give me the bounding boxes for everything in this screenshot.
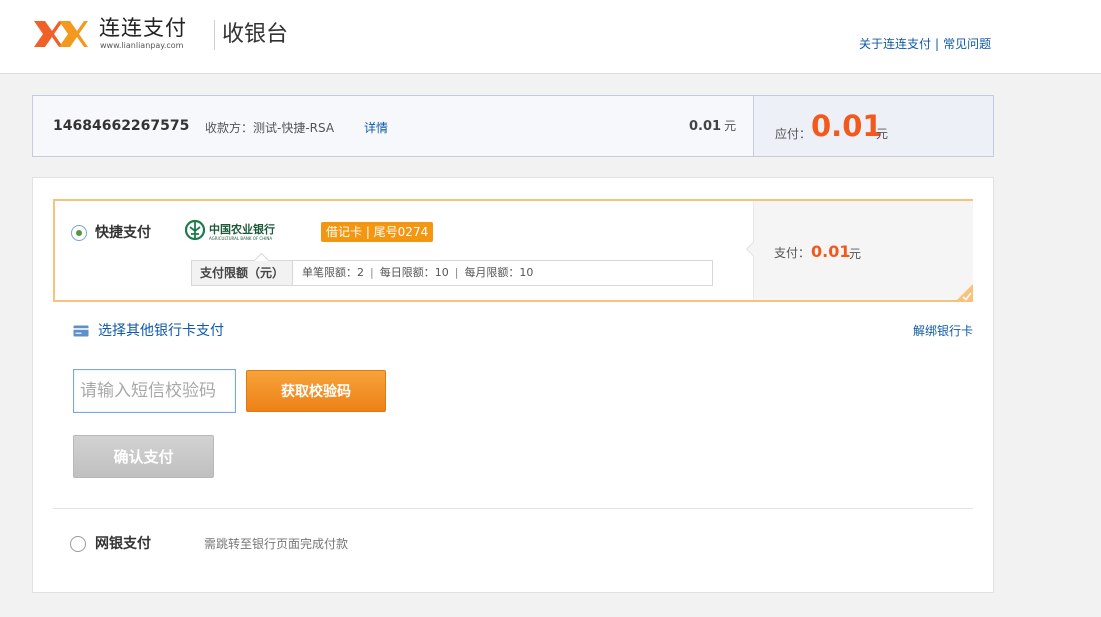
other-bank-card-label: 选择其他银行卡支付 — [98, 323, 224, 339]
link-separator: | — [935, 37, 940, 51]
payment-limits: 支付限额（元） 单笔限额：2 | 每日限额：10 | 每月限额：10 — [191, 260, 713, 286]
payee-info: 收款方：测试-快捷-RSA — [205, 121, 335, 135]
bank-card-icon — [73, 325, 89, 337]
section-divider — [53, 508, 973, 509]
order-amount: 0.01 元 — [689, 117, 736, 136]
quick-pay-radio[interactable] — [71, 225, 87, 241]
limit-separator: | — [454, 266, 459, 279]
pay-amount-box: 支付： 0.01 元 — [745, 201, 973, 300]
brand-name: 连连支付 — [99, 16, 187, 40]
amount-due-value: 0.01 — [811, 109, 883, 143]
monthly-limit: 每月限额：10 — [464, 266, 534, 279]
other-bank-card-link[interactable]: 选择其他银行卡支付 — [73, 322, 224, 340]
amount-due-box: 应付： 0.01 元 — [753, 96, 993, 156]
limit-items: 单笔限额：2 | 每日限额：10 | 每月限额：10 — [302, 261, 533, 285]
ebank-pay-radio[interactable] — [70, 536, 86, 552]
lianlian-logo-icon — [34, 21, 88, 47]
pay-amount-value: 0.01 — [811, 242, 851, 261]
detail-link[interactable]: 详情 — [364, 120, 388, 136]
single-limit: 单笔限额：2 — [302, 266, 364, 279]
limit-title: 支付限额（元） — [192, 261, 293, 285]
order-summary: 14684662267575 收款方：测试-快捷-RSA 详情 0.01 元 应付… — [32, 95, 994, 157]
get-code-button[interactable]: 获取校验码 — [246, 370, 386, 412]
faq-link[interactable]: 常见问题 — [943, 37, 991, 51]
payment-panel: 快捷支付 中国农业银行 AGRICULTURAL BANK OF CHINA 借… — [32, 177, 994, 593]
confirm-pay-button[interactable]: 确认支付 — [73, 435, 214, 478]
daily-limit: 每日限额：10 — [379, 266, 449, 279]
amount-due-label: 应付： — [775, 127, 812, 141]
header: 连连支付 www.lianlianpay.com 收银台 关于连连支付 | 常见问题 — [0, 0, 1101, 74]
bank-name-cn: 中国农业银行 — [209, 222, 275, 236]
pay-amount-label: 支付： — [774, 246, 811, 260]
page-title: 收银台 — [222, 22, 289, 47]
checkmark-corner-icon — [955, 284, 973, 302]
card-tag-badge: 借记卡 | 尾号0274 — [321, 222, 434, 242]
header-links: 关于连连支付 | 常见问题 — [859, 36, 991, 52]
abc-bank-logo-icon: 中国农业银行 AGRICULTURAL BANK OF CHINA — [185, 219, 275, 241]
header-divider — [214, 20, 215, 50]
about-link[interactable]: 关于连连支付 — [859, 37, 931, 51]
order-amount-value: 0.01 — [689, 119, 722, 134]
quick-pay-label: 快捷支付 — [95, 225, 151, 241]
bank-name-en: AGRICULTURAL BANK OF CHINA — [209, 236, 272, 241]
brand-url: www.lianlianpay.com — [100, 41, 184, 50]
order-number: 14684662267575 — [53, 118, 190, 134]
pay-amount-unit: 元 — [849, 247, 862, 261]
unbind-card-link[interactable]: 解绑银行卡 — [913, 323, 973, 339]
ebank-pay-note: 需跳转至银行页面完成付款 — [204, 537, 349, 551]
pay-box-notch — [745, 241, 761, 257]
quick-pay-card[interactable]: 快捷支付 中国农业银行 AGRICULTURAL BANK OF CHINA 借… — [53, 199, 973, 302]
amount-due-unit: 元 — [876, 127, 889, 141]
limit-separator: | — [370, 266, 374, 279]
order-amount-unit: 元 — [724, 119, 737, 133]
ebank-pay-label[interactable]: 网银支付 — [95, 534, 151, 554]
sms-code-input[interactable] — [73, 369, 236, 413]
